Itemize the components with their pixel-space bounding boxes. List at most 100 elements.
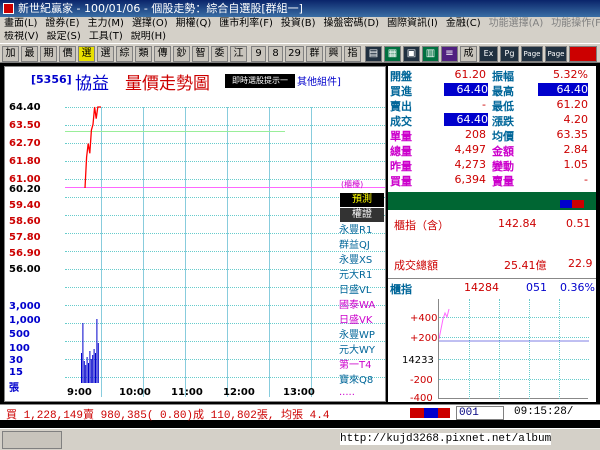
- high-value: 64.40: [538, 83, 588, 96]
- yesterday-volume-label: 昨量: [390, 160, 412, 173]
- volume-bar: [90, 359, 92, 383]
- broker-item[interactable]: 永豐R1: [339, 223, 384, 238]
- broker-item: ·····: [339, 390, 355, 401]
- title-bar: 新世紀贏家 - 100/01/06 - 個股走勢：綜合自選股[群組一]: [0, 0, 600, 17]
- toolbar-btn-select2[interactable]: 選: [97, 46, 114, 62]
- otc-mini-tick: -400: [410, 393, 433, 404]
- menu-function-select[interactable]: 功能選擇(A): [485, 17, 548, 31]
- toolbar-btn-category[interactable]: 類: [135, 46, 152, 62]
- watermark: http://kujd3268.pixnet.net/album: [340, 433, 552, 445]
- menu-futures[interactable]: 期權(Q): [172, 17, 216, 31]
- broker-item[interactable]: 永豐XS: [339, 253, 384, 268]
- menu-options[interactable]: 選擇(O): [128, 17, 172, 31]
- menu-fx-rates[interactable]: 匯市利率(F): [215, 17, 277, 31]
- menu-intl-info[interactable]: 國際資訊(I): [383, 17, 442, 31]
- broker-item[interactable]: 元大WY: [339, 343, 384, 358]
- toolbar-btn-add[interactable]: 加: [2, 46, 19, 62]
- toolbar-btn-price[interactable]: 價: [59, 46, 76, 62]
- broker-item[interactable]: 第一T4: [339, 358, 384, 373]
- toolbar-btn-pg[interactable]: Pg: [500, 46, 519, 62]
- stock-code-input[interactable]: [456, 406, 504, 420]
- toolbar-btn-jiang[interactable]: 江: [230, 46, 247, 62]
- menu-screen[interactable]: 畫面(L): [0, 17, 41, 31]
- broker-item[interactable]: 元大R1: [339, 268, 384, 283]
- average-value: 63.35: [556, 128, 589, 141]
- toolbar-btn-group[interactable]: 群: [306, 46, 323, 62]
- toolbar-window-icon[interactable]: ▣: [403, 46, 420, 62]
- menu-view[interactable]: 檢視(V): [0, 31, 43, 43]
- unit-volume-label: 單量: [390, 130, 412, 143]
- toolbar-btn-smart[interactable]: 智: [192, 46, 209, 62]
- volume-bar: [92, 355, 94, 383]
- toolbar-btn-composite[interactable]: 綜: [116, 46, 133, 62]
- toolbar-btn-cash[interactable]: 鈔: [173, 46, 190, 62]
- toolbar-btn-select1[interactable]: 選: [78, 46, 95, 62]
- sell-volume-value: -: [584, 173, 588, 186]
- menu-bar: 畫面(L) 證券(E) 主力(M) 選擇(O) 期權(Q) 匯市利率(F) 投資(B) 操盤密…: [0, 17, 600, 31]
- amount-label: 金額: [492, 145, 514, 158]
- price-volume-plot: [81, 106, 101, 383]
- menu-finance[interactable]: 金融(C): [442, 17, 485, 31]
- otc-index-value: 142.84: [498, 217, 537, 230]
- toolbar-btn-page2[interactable]: Page: [545, 46, 567, 62]
- change-label: 漲跌: [492, 115, 514, 128]
- volume-bar: [81, 353, 82, 383]
- yesterday-volume-value: 4,273: [454, 158, 487, 171]
- toolbar-chart-icon[interactable]: ▥: [422, 46, 439, 62]
- taskbar: http://kujd3268.pixnet.net/album: [0, 428, 600, 450]
- toolbar-grid-icon[interactable]: ▦: [384, 46, 401, 62]
- toolbar-status-icon[interactable]: [569, 46, 597, 62]
- broker-item[interactable]: 日盛VL: [339, 283, 384, 298]
- broker-item[interactable]: 日盛VK: [339, 313, 384, 328]
- menu-securities[interactable]: 證券(E): [41, 17, 83, 31]
- menu-tools[interactable]: 工具(T): [85, 31, 127, 43]
- broker-item[interactable]: 寶來Q8: [339, 373, 384, 388]
- amplitude-value: 5.32%: [553, 68, 588, 81]
- status-bar: 買 1,228,149賣 980,385( 0.80)成 110,802張, 均…: [0, 404, 600, 422]
- toolbar-printer-icon[interactable]: ▤: [365, 46, 382, 62]
- volume-bars: [81, 319, 99, 383]
- variation-value: 1.05: [563, 158, 589, 171]
- total-turnover-value2: 22.9: [568, 257, 593, 270]
- toolbar-btn-period[interactable]: 期: [40, 46, 57, 62]
- trade-summary: 買 1,228,149賣 980,385( 0.80)成 110,802張, 均…: [6, 410, 330, 422]
- toolbar-btn-interest[interactable]: 興: [325, 46, 342, 62]
- broker-item[interactable]: 群益QJ: [339, 238, 384, 253]
- buy-volume-label: 買量: [390, 175, 412, 188]
- toolbar-btn-ex[interactable]: Ex: [479, 46, 498, 62]
- volume-bar: [95, 353, 96, 383]
- total-volume-label: 總量: [390, 145, 412, 158]
- open-label: 開盤: [390, 70, 412, 83]
- clock: 09:15:28/: [514, 406, 574, 418]
- bid-value: 64.40: [444, 83, 488, 96]
- menu-help[interactable]: 說明(H): [127, 31, 170, 43]
- menu-bar-2: 檢視(V) 設定(S) 工具(T) 說明(H): [0, 31, 600, 43]
- toolbar-btn-order[interactable]: 委: [211, 46, 228, 62]
- toolbar-btn-29[interactable]: 29: [285, 46, 304, 62]
- menu-trading-code[interactable]: 操盤密碼(D): [320, 17, 384, 31]
- amount-value: 2.84: [563, 143, 589, 156]
- ask-label: 賣出: [390, 100, 412, 113]
- broker-item[interactable]: 國泰WA: [339, 298, 384, 313]
- otc-mini-label: 櫃指: [390, 283, 412, 296]
- toolbar-btn-9[interactable]: 9: [251, 46, 266, 62]
- start-button[interactable]: [2, 431, 62, 449]
- toolbar-btn-page1[interactable]: Page: [521, 46, 543, 62]
- menu-function-op[interactable]: 功能操作(F): [547, 17, 600, 31]
- volume-bar: [96, 319, 98, 383]
- toolbar-btn-index[interactable]: 指: [344, 46, 361, 62]
- broker-item[interactable]: 永豐WP: [339, 328, 384, 343]
- toolbar-btn-best[interactable]: 最: [21, 46, 38, 62]
- toolbar-list-icon[interactable]: ≡: [441, 46, 458, 62]
- otc-mini-tick: -200: [410, 375, 433, 386]
- menu-invest[interactable]: 投資(B): [277, 17, 320, 31]
- toolbar-btn-transfer[interactable]: 傳: [154, 46, 171, 62]
- forecast-header: 預測: [340, 193, 384, 207]
- volume-bar: [97, 343, 99, 383]
- menu-settings[interactable]: 設定(S): [43, 31, 85, 43]
- volume-bar: [83, 361, 85, 383]
- toolbar-btn-deal[interactable]: 成: [460, 46, 477, 62]
- menu-main-force[interactable]: 主力(M): [84, 17, 128, 31]
- sell-volume-label: 賣量: [492, 175, 514, 188]
- toolbar-btn-8[interactable]: 8: [268, 46, 283, 62]
